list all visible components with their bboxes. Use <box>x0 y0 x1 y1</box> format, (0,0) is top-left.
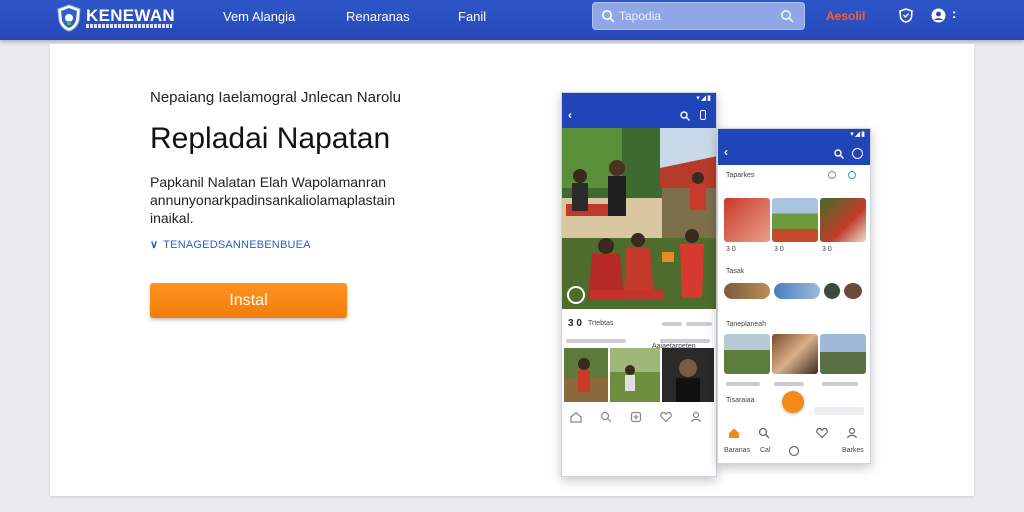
nav-link-2[interactable]: Renaranas <box>346 9 410 24</box>
hero-eyebrow: Nepaiang Iaelamogral Jnlecan Narolu <box>150 89 401 106</box>
heart-icon[interactable] <box>660 411 672 423</box>
search-submit-icon[interactable] <box>780 9 794 23</box>
featured-photo[interactable] <box>562 128 717 309</box>
install-button[interactable]: Instal <box>150 283 347 318</box>
food-image-tile[interactable] <box>724 198 770 242</box>
compass-icon[interactable] <box>852 148 863 159</box>
nav-link-1[interactable]: Vem Alangia <box>223 9 295 24</box>
category-avatar[interactable] <box>844 283 862 299</box>
section-title: Taneplaneah <box>726 321 767 328</box>
search-icon[interactable] <box>758 427 770 439</box>
thumbnail-photo[interactable] <box>564 348 608 402</box>
hero-headline: Repladai Napatan <box>150 122 391 155</box>
status-bar-icons: ▾◢▮ <box>696 95 712 102</box>
add-icon[interactable] <box>788 445 800 457</box>
feature-line: ∨ TENAGEDSANNEBENBUEA <box>150 238 311 251</box>
section-title: Taparkes <box>726 172 755 179</box>
feature-text: TENAGEDSANNEBENBUEA <box>163 239 311 251</box>
divider <box>662 322 682 326</box>
search-icon[interactable] <box>600 411 612 423</box>
brand-name[interactable]: KENEWAN <box>86 6 175 26</box>
content-card: Nepaiang Iaelamogral Jnlecan Narolu Repl… <box>50 44 974 496</box>
search-icon <box>602 10 615 23</box>
status-bar-icons: ▾◢▮ <box>850 131 866 138</box>
divider <box>774 382 804 386</box>
phone-header: ▾◢▮ ‹ <box>718 129 870 165</box>
thumbnail-photo[interactable] <box>610 348 660 402</box>
heart-icon[interactable] <box>816 427 828 439</box>
stats-count: 3 0 <box>568 318 582 329</box>
menu-icon[interactable] <box>700 110 706 120</box>
add-fab-button[interactable] <box>782 391 804 413</box>
portrait-image-tile[interactable] <box>772 334 818 374</box>
section-title: Tasak <box>726 268 745 275</box>
nav-link-3[interactable]: Fanil <box>458 9 486 24</box>
village-image-tile[interactable] <box>724 334 770 374</box>
item-label: Tisaraiaa <box>726 397 755 404</box>
tile-label: 3 0 <box>726 246 736 253</box>
phone-mockup-right: ▾◢▮ ‹ Taparkes 3 0 3 0 3 0 Tasak Tanepla… <box>717 128 871 464</box>
back-arrow-icon[interactable]: ‹ <box>568 108 572 122</box>
nav-label: Baranas <box>724 447 751 454</box>
divider <box>686 322 712 326</box>
tile-label: 3 0 <box>774 246 784 253</box>
back-arrow-icon[interactable]: ‹ <box>724 145 728 159</box>
add-icon[interactable] <box>630 411 642 423</box>
shield-logo-icon[interactable] <box>56 4 82 32</box>
search-box[interactable] <box>592 2 805 30</box>
home-icon[interactable] <box>728 427 740 439</box>
user-avatar-icon[interactable] <box>931 8 946 23</box>
nav-label: Cal <box>760 447 771 454</box>
tile-label: 3 0 <box>822 246 832 253</box>
nav-label: Barkes <box>842 447 864 454</box>
phone-header: ▾◢▮ ‹ <box>562 93 716 128</box>
brand-tagline <box>86 24 172 28</box>
phone-mockup-left: ▾◢▮ ‹ 3 0 Trtebtas Aaiaetarpeten <box>561 92 717 477</box>
category-chip[interactable] <box>774 283 820 299</box>
profile-icon[interactable] <box>846 427 858 439</box>
login-link[interactable]: Aesolil <box>826 9 865 23</box>
stats-label: Trtebtas <box>588 320 614 327</box>
market-image-tile[interactable] <box>820 198 866 242</box>
caption: Aaiaetarpeten <box>652 343 696 350</box>
more-menu-icon[interactable]: : <box>952 6 956 21</box>
category-chip[interactable] <box>724 283 770 299</box>
divider <box>566 339 626 343</box>
top-navigation-bar: KENEWAN Vem Alangia Renaranas Fanil Aeso… <box>0 0 1024 40</box>
mountain-image-tile[interactable] <box>820 334 866 374</box>
search-icon[interactable] <box>834 149 844 159</box>
option-icon[interactable] <box>828 171 836 179</box>
category-avatar[interactable] <box>824 283 840 299</box>
shield-icon[interactable] <box>899 8 913 23</box>
thumbnail-photo[interactable] <box>662 348 714 402</box>
option-icon[interactable] <box>848 171 856 179</box>
search-icon[interactable] <box>680 111 690 121</box>
divider <box>726 382 760 386</box>
search-input[interactable] <box>619 7 769 25</box>
check-icon: ∨ <box>150 239 159 251</box>
home-icon[interactable] <box>570 411 582 423</box>
input-placeholder[interactable] <box>814 407 864 415</box>
landscape-image-tile[interactable] <box>772 198 818 242</box>
hero-description: Papkanil Nalatan Elah Wapolamanran annun… <box>150 174 396 226</box>
divider <box>822 382 858 386</box>
profile-icon[interactable] <box>690 411 702 423</box>
